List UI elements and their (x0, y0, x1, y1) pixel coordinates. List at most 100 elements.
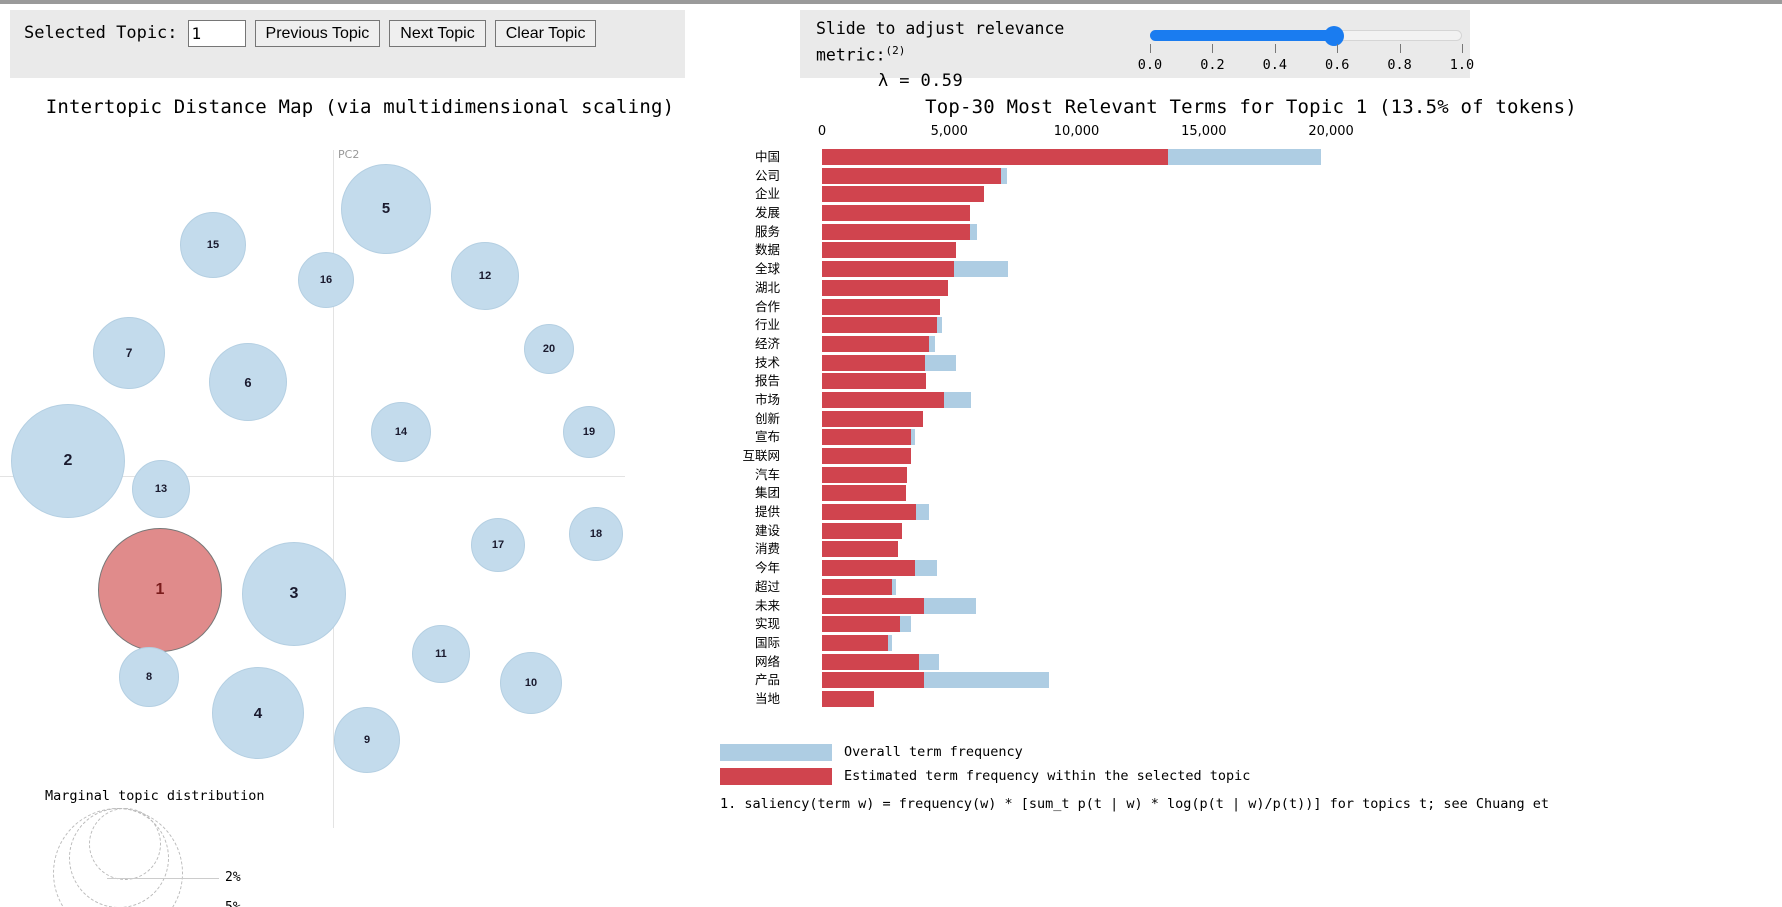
topic-bubble-3[interactable]: 3 (242, 542, 346, 646)
bar-row[interactable]: 中国 (720, 148, 1782, 167)
topic-bubble-16[interactable]: 16 (298, 252, 354, 308)
topic-bubble-13[interactable]: 13 (132, 460, 190, 518)
bar-row[interactable]: 汽车 (720, 466, 1782, 485)
term-label[interactable]: 数据 (660, 241, 780, 260)
term-label[interactable]: 全球 (660, 260, 780, 279)
topic-controls-panel: Selected Topic: Previous Topic Next Topi… (10, 10, 685, 78)
bar-row[interactable]: 网络 (720, 653, 1782, 672)
bar-row[interactable]: 发展 (720, 204, 1782, 223)
topic-bubble-1[interactable]: 1 (98, 528, 222, 652)
previous-topic-button[interactable]: Previous Topic (254, 20, 381, 47)
term-label[interactable]: 汽车 (660, 466, 780, 485)
bar-row[interactable]: 报告 (720, 372, 1782, 391)
term-label[interactable]: 消费 (660, 540, 780, 559)
term-label[interactable]: 企业 (660, 185, 780, 204)
bar-row[interactable]: 提供 (720, 503, 1782, 522)
term-label[interactable]: 创新 (660, 410, 780, 429)
topic-bubble-5[interactable]: 5 (341, 164, 431, 254)
bar-row[interactable]: 市场 (720, 391, 1782, 410)
bar-row[interactable]: 行业 (720, 316, 1782, 335)
term-label[interactable]: 实现 (660, 615, 780, 634)
term-label[interactable]: 提供 (660, 503, 780, 522)
bar-row[interactable]: 消费 (720, 540, 1782, 559)
bar-topic-frequency (822, 335, 929, 352)
term-label[interactable]: 建设 (660, 522, 780, 541)
topic-bubble-10[interactable]: 10 (500, 652, 562, 714)
bar-topic-frequency (822, 634, 889, 651)
bar-row[interactable]: 国际 (720, 634, 1782, 653)
bar-row[interactable]: 当地 (720, 690, 1782, 709)
topic-bubble-17[interactable]: 17 (471, 518, 525, 572)
term-label[interactable]: 经济 (660, 335, 780, 354)
bar-row[interactable]: 实现 (720, 615, 1782, 634)
term-label[interactable]: 行业 (660, 316, 780, 335)
bar-row[interactable]: 数据 (720, 241, 1782, 260)
term-label[interactable]: 技术 (660, 354, 780, 373)
legend-label-topic: Estimated term frequency within the sele… (844, 768, 1251, 784)
topic-bubble-8[interactable]: 8 (119, 647, 179, 707)
bar-row[interactable]: 服务 (720, 223, 1782, 242)
term-label[interactable]: 发展 (660, 204, 780, 223)
term-label[interactable]: 国际 (660, 634, 780, 653)
term-label[interactable]: 互联网 (660, 447, 780, 466)
term-label[interactable]: 湖北 (660, 279, 780, 298)
bar-row[interactable]: 集团 (720, 484, 1782, 503)
topic-bubble-label: 10 (524, 677, 538, 689)
next-topic-button[interactable]: Next Topic (389, 20, 486, 47)
term-label[interactable]: 合作 (660, 298, 780, 317)
lambda-slider[interactable]: 0.0 0.2 0.4 0.6 0.8 1.0 (1138, 22, 1474, 74)
term-label[interactable]: 中国 (660, 148, 780, 167)
term-label[interactable]: 网络 (660, 653, 780, 672)
term-label[interactable]: 宣布 (660, 428, 780, 447)
pc2-axis-line (333, 150, 334, 828)
bar-row[interactable]: 经济 (720, 335, 1782, 354)
bar-row[interactable]: 企业 (720, 185, 1782, 204)
bar-row[interactable]: 公司 (720, 167, 1782, 186)
slider-handle[interactable] (1324, 26, 1345, 46)
topic-bubble-12[interactable]: 12 (451, 242, 519, 310)
topic-bubble-20[interactable]: 20 (524, 324, 574, 374)
term-label[interactable]: 市场 (660, 391, 780, 410)
topic-bubble-label: 12 (478, 270, 492, 282)
topic-bubble-14[interactable]: 14 (371, 402, 431, 462)
term-label[interactable]: 服务 (660, 223, 780, 242)
term-label[interactable]: 当地 (660, 690, 780, 709)
term-label[interactable]: 今年 (660, 559, 780, 578)
term-label[interactable]: 公司 (660, 167, 780, 186)
bar-row[interactable]: 宣布 (720, 428, 1782, 447)
bar-row[interactable]: 技术 (720, 354, 1782, 373)
term-label[interactable]: 超过 (660, 578, 780, 597)
bar-topic-frequency (822, 616, 900, 633)
term-label[interactable]: 报告 (660, 372, 780, 391)
bar-row[interactable]: 湖北 (720, 279, 1782, 298)
topic-bubble-7[interactable]: 7 (93, 317, 165, 389)
bar-row[interactable]: 创新 (720, 410, 1782, 429)
topic-bubble-19[interactable]: 19 (563, 406, 615, 458)
bar-row[interactable]: 产品 (720, 671, 1782, 690)
marginal-label-2pct: 2% (225, 870, 241, 885)
term-label[interactable]: 产品 (660, 671, 780, 690)
bar-row[interactable]: 今年 (720, 559, 1782, 578)
topic-bubble-4[interactable]: 4 (212, 667, 304, 759)
topic-bubble-11[interactable]: 11 (412, 625, 470, 683)
selected-topic-input[interactable] (187, 20, 246, 47)
bar-row[interactable]: 全球 (720, 260, 1782, 279)
bar-row[interactable]: 互联网 (720, 447, 1782, 466)
bar-row[interactable]: 未来 (720, 597, 1782, 616)
clear-topic-button[interactable]: Clear Topic (494, 20, 597, 47)
term-label[interactable]: 集团 (660, 484, 780, 503)
topic-bubble-2[interactable]: 2 (11, 404, 125, 518)
map-plot-area[interactable]: PC2 PC1 1234567891011121314151617181920 (0, 128, 720, 828)
topic-bubble-label: 6 (244, 374, 252, 390)
topic-bubble-6[interactable]: 6 (209, 343, 287, 421)
topic-bubble-18[interactable]: 18 (569, 507, 623, 561)
topic-bubble-15[interactable]: 15 (180, 212, 246, 278)
term-label[interactable]: 未来 (660, 597, 780, 616)
bar-row[interactable]: 超过 (720, 578, 1782, 597)
topic-bubble-label: 11 (435, 648, 447, 660)
marginal-topic-distribution-legend: Marginal topic distribution 2% 5% (45, 788, 295, 907)
topic-bubble-9[interactable]: 9 (334, 707, 400, 773)
bar-row[interactable]: 建设 (720, 522, 1782, 541)
legend-row-overall: Overall term frequency (720, 740, 1782, 764)
bar-row[interactable]: 合作 (720, 298, 1782, 317)
